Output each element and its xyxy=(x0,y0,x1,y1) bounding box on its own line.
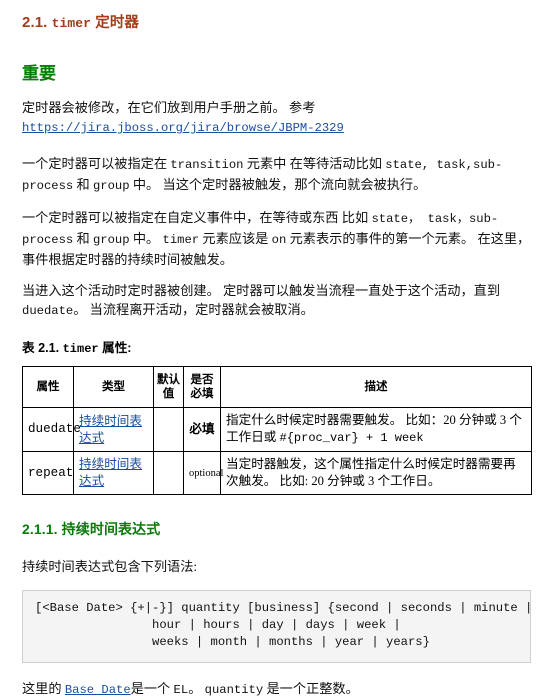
column-header-description: 描述 xyxy=(220,366,532,408)
section-heading: 2.1. timer 定时器 xyxy=(22,11,534,32)
timer-attributes-table: 属性 类型 默认值 是否必填 描述 duedate 持续时间表达式 必填 指定什么时候… xyxy=(22,366,532,495)
paragraphs.0-text-run: 和 xyxy=(73,177,93,192)
cell-description: 当定时器触发，这个属性指定什么时候定时器需要再次触发。 比如: 20 分钟或 3… xyxy=(220,451,532,495)
closing-link-run[interactable]: Base Date xyxy=(65,683,131,697)
paragraphs.1-text-run: 中。 xyxy=(129,231,163,246)
admonition-paragraph: 定时器会被修改，在它们放到用户手册之前。 参考 https://jira.jbo… xyxy=(22,98,534,138)
paragraphs.2-text-run: 。 当流程离开活动，定时器就会被取消。 xyxy=(73,302,314,317)
table-header-row: 属性 类型 默认值 是否必填 描述 xyxy=(22,366,532,408)
cell-description: 指定什么时候定时器需要触发。 比如：20 分钟或 3 个工作日或 #{proc_… xyxy=(220,407,532,452)
closing-text-run: 是一个 xyxy=(130,681,174,696)
column-header-type: 类型 xyxy=(73,366,154,408)
paragraphs.1-text-run: 元素应该是 xyxy=(199,231,272,246)
paragraph-transition: 一个定时器可以被指定在 transition 元素中 在等待活动比如 state… xyxy=(22,154,534,196)
duration-expression-link[interactable]: 持续时间表达式 xyxy=(79,457,142,488)
paragraphs.1-code-run: group xyxy=(92,233,130,247)
table-caption: 表 2.1. timer 属性: xyxy=(22,337,534,356)
closing-paragraph: 这里的 Base Date是一个 EL。 quantity 是一个正整数。 xyxy=(22,679,534,700)
section-title-text: 定时器 xyxy=(95,15,140,31)
closing-text-run: 。 xyxy=(188,681,205,696)
table-row: repeat 持续时间表达式 optional 当定时器触发，这个属性指定什么时候定时… xyxy=(22,451,532,495)
document-page: 2.1. timer 定时器 重要 定时器会被修改，在它们放到用户手册之前。 参… xyxy=(0,11,556,700)
subsection-title-text: 持续时间表达式 xyxy=(61,521,161,537)
paragraphs.2-code-run: duedate xyxy=(22,304,74,318)
paragraphs.1-text-run: 和 xyxy=(73,231,93,246)
paragraphs.0-text-run: 元素中 在等待活动比如 xyxy=(243,156,386,171)
table.rows.0.description-code-run: #{proc_var} + 1 week xyxy=(279,431,424,445)
table-caption-suffix: 属性: xyxy=(98,341,132,355)
cell-attribute: repeat xyxy=(22,451,74,495)
column-header-default: 默认值 xyxy=(153,366,184,408)
closing-code-run: EL xyxy=(173,683,189,697)
paragraphs.0-code-run: group xyxy=(92,179,130,193)
cell-required: 必填 xyxy=(183,407,221,452)
table.rows.1.description-text-run: 当定时器触发，这个属性指定什么时候定时器需要再次触发。 比如: 20 分钟或 3… xyxy=(226,457,516,488)
closing-text-run: 是一个正整数。 xyxy=(263,681,359,696)
paragraphs.0-code-run: transition xyxy=(170,158,244,172)
closing-code-run: quantity xyxy=(204,683,264,697)
paragraph-activity-lifecycle: 当进入这个活动时定时器被创建。 定时器可以触发当流程一直处于这个活动，直到 du… xyxy=(22,281,534,321)
cell-type: 持续时间表达式 xyxy=(73,451,154,495)
admonition-heading: 重要 xyxy=(22,64,56,83)
paragraphs.0-text-run: 中。 当这个定时器被触发，那个流向就会被执行。 xyxy=(129,177,427,192)
section-number: 2.1. xyxy=(22,14,48,31)
duration-syntax-code-block: [<Base Date> {+|-}] quantity [business] … xyxy=(22,590,531,663)
cell-default xyxy=(153,407,184,452)
paragraphs.0-text-run: 一个定时器可以被指定在 xyxy=(22,156,171,171)
cell-attribute: duedate xyxy=(22,407,81,452)
duration-expression-link[interactable]: 持续时间表达式 xyxy=(79,414,142,445)
closing-text-run: 这里的 xyxy=(22,681,65,696)
jira-issue-link[interactable]: https://jira.jboss.org/jira/browse/JBPM-… xyxy=(22,121,344,135)
paragraph-custom-event: 一个定时器可以被指定在自定义事件中，在等待或东西 比如 state， task，… xyxy=(22,208,534,269)
paragraphs.2-text-run: 当进入这个活动时定时器被创建。 定时器可以触发当流程一直处于这个活动，直到 xyxy=(22,283,501,298)
table-caption-mono: timer xyxy=(62,342,99,356)
paragraphs.1-code-run: timer xyxy=(162,233,200,247)
cell-required: optional xyxy=(183,451,223,495)
column-header-required: 是否必填 xyxy=(183,366,221,408)
cell-default xyxy=(153,451,184,495)
cell-type: 持续时间表达式 xyxy=(73,407,154,452)
column-header-attribute: 属性 xyxy=(22,366,74,408)
subsection-heading: 2.1.1. 持续时间表达式 xyxy=(22,519,534,539)
subsection-number: 2.1.1. xyxy=(22,521,58,537)
subsection-intro: 持续时间表达式包含下列语法: xyxy=(22,559,198,574)
admonition-text: 定时器会被修改，在它们放到用户手册之前。 参考 xyxy=(22,100,316,115)
table-caption-prefix: 表 2.1. xyxy=(22,341,63,355)
paragraphs.1-text-run: 一个定时器可以被指定在自定义事件中，在等待或东西 比如 xyxy=(22,210,372,225)
paragraphs.1-code-run: on xyxy=(271,233,287,247)
table-row: duedate 持续时间表达式 必填 指定什么时候定时器需要触发。 比如：20 分钟或… xyxy=(22,407,532,452)
section-mono-term: timer xyxy=(51,16,92,31)
